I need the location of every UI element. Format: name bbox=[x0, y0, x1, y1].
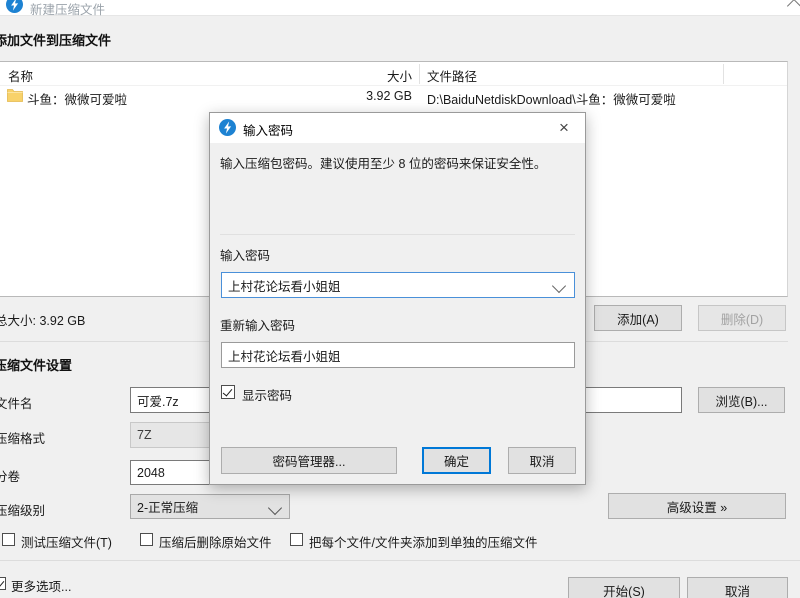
file-size-cell: 3.92 GB bbox=[300, 89, 412, 103]
more-options-label[interactable]: 更多选项... bbox=[11, 576, 71, 595]
file-path-cell: D:\BaiduNetdiskDownload\斗鱼：微微可爱啦 bbox=[427, 89, 676, 108]
add-button[interactable]: 添加(A) bbox=[594, 305, 682, 331]
show-password-checkbox[interactable] bbox=[221, 385, 235, 399]
ok-button[interactable]: 确定 bbox=[422, 447, 491, 474]
folder-icon bbox=[7, 88, 23, 102]
file-name-cell: 斗鱼：微微可爱啦 bbox=[27, 89, 127, 108]
separate-archive-label: 把每个文件/文件夹添加到单独的压缩文件 bbox=[309, 532, 537, 551]
browse-button[interactable]: 浏览(B)... bbox=[698, 387, 785, 413]
chevron-down-icon bbox=[552, 279, 566, 293]
test-archive-checkbox[interactable] bbox=[2, 533, 15, 546]
check-icon bbox=[0, 578, 4, 588]
check-icon bbox=[222, 386, 232, 396]
format-label: 压缩格式 bbox=[0, 428, 45, 447]
separate-archive-checkbox[interactable] bbox=[290, 533, 303, 546]
chevron-down-icon bbox=[268, 501, 282, 515]
delete-after-checkbox[interactable] bbox=[140, 533, 153, 546]
divider bbox=[0, 560, 800, 561]
column-header-name[interactable]: 名称 bbox=[8, 66, 33, 85]
volume-label: 分卷 bbox=[0, 466, 20, 485]
test-archive-label: 测试压缩文件(T) bbox=[21, 532, 112, 551]
section-settings-header: 压缩文件设置 bbox=[0, 355, 72, 374]
table-header: 名称 大小 文件路径 bbox=[0, 62, 787, 86]
dialog-title: 输入密码 bbox=[243, 120, 293, 139]
password-label: 输入密码 bbox=[220, 245, 270, 264]
main-titlebar bbox=[0, 0, 800, 16]
total-size-text: 总大小: 3.92 GB bbox=[0, 310, 85, 329]
level-label: 压缩级别 bbox=[0, 500, 45, 519]
password-combobox[interactable]: 上村花论坛看小姐姐 bbox=[221, 272, 575, 298]
table-row[interactable]: 斗鱼：微微可爱啦 3.92 GB D:\BaiduNetdiskDownload… bbox=[0, 86, 787, 106]
dialog-description: 输入压缩包密码。建议使用至少 8 位的密码来保证安全性。 bbox=[220, 153, 576, 172]
screen: 新建压缩文件 添加文件到压缩文件 名称 大小 文件路径 斗鱼：微微可爱啦 3.9… bbox=[0, 0, 800, 598]
column-divider bbox=[723, 64, 724, 84]
dialog-app-icon bbox=[219, 119, 236, 136]
confirm-password-label: 重新输入密码 bbox=[220, 315, 295, 334]
column-header-size[interactable]: 大小 bbox=[300, 66, 412, 85]
password-value: 上村花论坛看小姐姐 bbox=[228, 276, 341, 295]
confirm-password-input[interactable] bbox=[221, 342, 575, 368]
level-value: 2-正常压缩 bbox=[137, 497, 198, 516]
password-dialog: 输入密码 × 输入压缩包密码。建议使用至少 8 位的密码来保证安全性。 输入密码… bbox=[209, 112, 586, 485]
main-cancel-button[interactable]: 取消 bbox=[687, 577, 788, 598]
close-icon[interactable]: × bbox=[549, 114, 579, 141]
section-add-files-header: 添加文件到压缩文件 bbox=[0, 30, 111, 49]
password-manager-button[interactable]: 密码管理器... bbox=[221, 447, 397, 474]
start-button[interactable]: 开始(S) bbox=[568, 577, 680, 598]
filename-label: 文件名 bbox=[0, 393, 33, 412]
dialog-cancel-button[interactable]: 取消 bbox=[508, 447, 576, 474]
more-options-checkbox[interactable] bbox=[0, 577, 6, 590]
advanced-settings-button[interactable]: 高级设置 » bbox=[608, 493, 786, 519]
divider bbox=[220, 234, 575, 235]
window-title: 新建压缩文件 bbox=[30, 0, 105, 18]
delete-button: 删除(D) bbox=[698, 305, 786, 331]
column-header-path[interactable]: 文件路径 bbox=[427, 66, 477, 85]
level-dropdown[interactable]: 2-正常压缩 bbox=[130, 494, 290, 519]
app-icon bbox=[6, 0, 23, 13]
delete-after-label: 压缩后删除原始文件 bbox=[159, 532, 272, 551]
show-password-label[interactable]: 显示密码 bbox=[242, 385, 292, 404]
column-divider bbox=[419, 64, 420, 84]
